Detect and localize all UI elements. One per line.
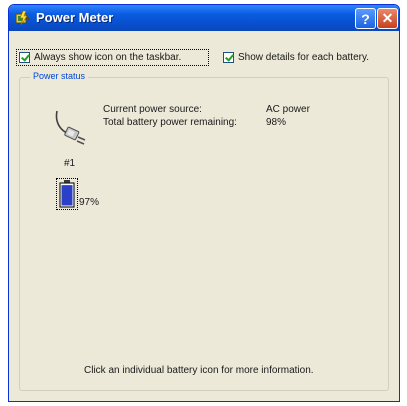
close-button[interactable]: ✕	[377, 8, 398, 29]
always-show-icon-label[interactable]: Always show icon on the taskbar.	[34, 52, 181, 63]
power-meter-app-icon	[15, 10, 29, 26]
power-meter-window: Power Meter ? ✕ Always show icon on the …	[8, 4, 400, 402]
total-battery-remaining-value: 98%	[266, 117, 287, 128]
current-power-source-value: AC power	[266, 104, 310, 115]
battery-1-button[interactable]	[56, 178, 78, 210]
current-power-source-label: Current power source:	[103, 104, 202, 115]
power-status-group-label: Power status	[30, 71, 89, 81]
always-show-icon-checkbox[interactable]	[19, 52, 30, 63]
battery-fill	[61, 185, 73, 206]
window-title: Power Meter	[36, 10, 114, 25]
show-details-label[interactable]: Show details for each battery.	[238, 52, 369, 63]
battery-icon	[59, 180, 75, 208]
battery-hint-text: Click an individual battery icon for mor…	[84, 365, 314, 376]
ac-plug-icon	[55, 110, 86, 145]
battery-percent: 97%	[79, 197, 100, 208]
title-bar[interactable]: Power Meter ? ✕	[9, 5, 399, 31]
battery-number: #1	[64, 158, 76, 169]
help-button[interactable]: ?	[355, 8, 376, 29]
show-details-checkbox[interactable]	[223, 52, 234, 63]
total-battery-remaining-label: Total battery power remaining:	[103, 117, 237, 128]
